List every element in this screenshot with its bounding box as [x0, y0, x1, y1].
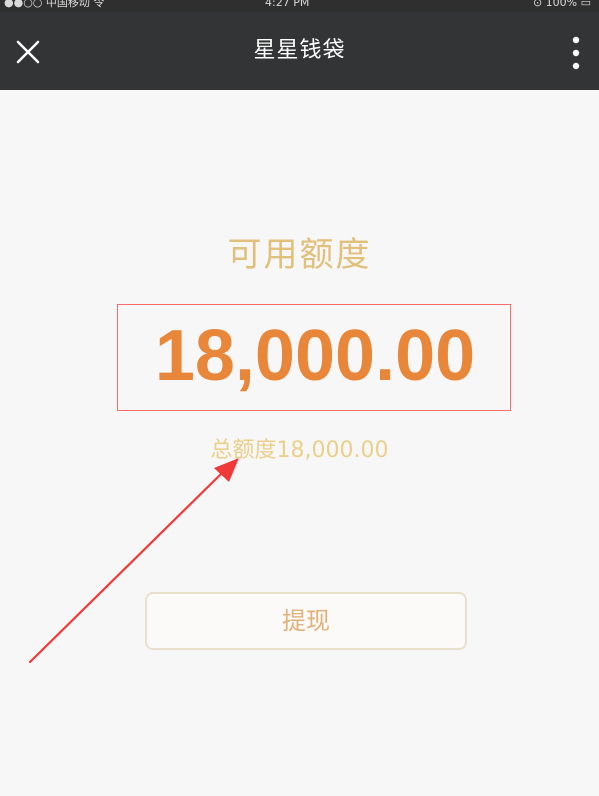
- more-button[interactable]: [564, 34, 588, 74]
- status-bar: ●●○○ 中国移动 令 4:27 PM ⊙ 100% ▭: [0, 0, 599, 12]
- withdraw-button[interactable]: 提现: [145, 592, 467, 650]
- amount-highlight-box: 18,000.00: [117, 304, 511, 411]
- withdraw-button-label: 提现: [282, 607, 330, 635]
- carrier-label: ●●○○ 中国移动 令: [4, 0, 105, 9]
- available-amount: 18,000.00: [154, 316, 476, 396]
- nav-bar: 星星钱袋: [0, 12, 599, 90]
- more-vertical-icon: [572, 36, 580, 70]
- status-time: 4:27 PM: [265, 0, 310, 9]
- total-quota-text: 总额度18,000.00: [210, 438, 389, 463]
- available-credit-label: 可用额度: [227, 235, 372, 275]
- battery-indicator: ⊙ 100% ▭: [532, 0, 591, 9]
- page-title: 星星钱袋: [253, 38, 346, 63]
- wallet-content: 可用额度 18,000.00 总额度18,000.00 提现: [0, 90, 599, 796]
